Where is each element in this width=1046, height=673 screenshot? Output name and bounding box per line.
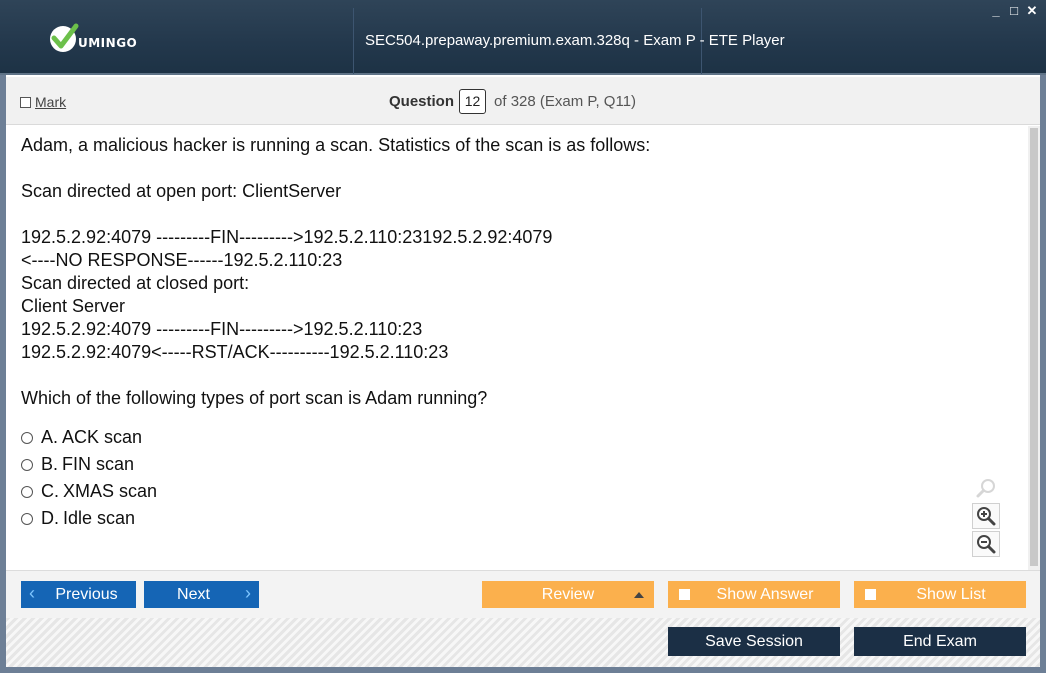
scrollbar[interactable]: [1028, 126, 1040, 570]
question-total: of 328 (Exam P, Q11): [494, 93, 637, 110]
end-exam-button[interactable]: End Exam: [854, 627, 1026, 656]
review-label: Review: [541, 585, 595, 603]
mark-checkbox[interactable]: Mark: [20, 94, 66, 110]
show-list-label: Show List: [916, 585, 986, 603]
zoom-in-icon[interactable]: [972, 503, 1000, 529]
option-text: ACK scan: [62, 427, 143, 447]
checkbox-icon[interactable]: [20, 96, 31, 108]
zoom-controls: [972, 475, 1000, 559]
show-list-button[interactable]: Show List: [854, 581, 1026, 608]
option-letter: C.: [41, 481, 59, 501]
radio-button[interactable]: [21, 431, 33, 444]
next-label: Next: [177, 585, 210, 603]
question-number-input[interactable]: 12: [459, 89, 487, 114]
window-controls: _ □ ✕: [990, 4, 1038, 18]
option-letter: D.: [41, 508, 59, 528]
app-logo: UMINGO: [50, 23, 138, 54]
close-icon[interactable]: ✕: [1026, 4, 1038, 18]
option-letter: B.: [41, 454, 59, 474]
question-line: 192.5.2.92:4079 ---------FIN--------->19…: [21, 227, 553, 247]
option-text: Idle scan: [63, 508, 136, 528]
question-line: <----NO RESPONSE------192.5.2.110:23: [21, 250, 343, 270]
question-line: 192.5.2.92:4079<-----RST/ACK----------19…: [21, 342, 449, 362]
answer-option[interactable]: B. FIN scan: [21, 451, 1028, 478]
question-prompt: Which of the following types of port sca…: [21, 388, 488, 408]
answer-options: A. ACK scan B. FIN scan C. XMAS scan D. …: [21, 424, 1028, 532]
chevron-left-icon: ‹: [29, 583, 35, 603]
question-line: Adam, a malicious hacker is running a sc…: [21, 135, 651, 155]
logo-text: UMINGO: [78, 36, 138, 50]
chevron-right-icon: ›: [245, 583, 251, 603]
mark-label: Mark: [35, 94, 67, 110]
question-content: Adam, a malicious hacker is running a sc…: [6, 126, 1028, 570]
option-letter: A.: [41, 427, 59, 447]
question-line: Scan directed at closed port:: [21, 273, 250, 293]
logo-check-icon: [50, 23, 79, 52]
radio-button[interactable]: [21, 458, 33, 471]
question-counter: Question 12 of 328 (Exam P, Q11): [389, 89, 636, 114]
session-bar: Save Session End Exam: [6, 618, 1040, 667]
title-separator: [353, 8, 354, 74]
question-line: Client Server: [21, 296, 126, 316]
question-line: 192.5.2.92:4079 ---------FIN--------->19…: [21, 319, 423, 339]
show-list-checkbox[interactable]: [865, 589, 876, 600]
previous-label: Previous: [55, 585, 118, 603]
review-button[interactable]: Review: [482, 581, 654, 608]
radio-button[interactable]: [21, 485, 33, 498]
minimize-icon[interactable]: _: [990, 4, 1002, 18]
window-title: SEC504.prepaway.premium.exam.328q - Exam…: [365, 32, 785, 49]
end-exam-label: End Exam: [903, 632, 977, 650]
answer-option[interactable]: D. Idle scan: [21, 505, 1028, 532]
show-answer-checkbox[interactable]: [679, 589, 690, 600]
zoom-out-icon[interactable]: [972, 531, 1000, 557]
search-zoom-icon[interactable]: [972, 475, 1000, 501]
question-label: Question: [389, 93, 455, 110]
answer-option[interactable]: C. XMAS scan: [21, 478, 1028, 505]
question-line: Scan directed at open port: ClientServer: [21, 181, 342, 201]
question-header: Mark Question 12 of 328 (Exam P, Q11): [6, 77, 1040, 125]
show-answer-button[interactable]: Show Answer: [668, 581, 840, 608]
next-button[interactable]: Next ›: [144, 581, 259, 608]
title-bar: UMINGO SEC504.prepaway.premium.exam.328q…: [0, 0, 1046, 75]
radio-button[interactable]: [21, 512, 33, 525]
option-text: XMAS scan: [63, 481, 158, 501]
save-session-button[interactable]: Save Session: [668, 627, 840, 656]
save-session-label: Save Session: [705, 632, 803, 650]
caret-up-icon: [634, 592, 644, 598]
maximize-icon[interactable]: □: [1008, 4, 1020, 18]
navigation-bar: ‹ Previous Next › Review Show Answer Sho…: [6, 570, 1040, 618]
answer-option[interactable]: A. ACK scan: [21, 424, 1028, 451]
show-answer-label: Show Answer: [716, 585, 814, 603]
option-text: FIN scan: [62, 454, 135, 474]
previous-button[interactable]: ‹ Previous: [21, 581, 136, 608]
scrollbar-thumb[interactable]: [1030, 128, 1038, 566]
